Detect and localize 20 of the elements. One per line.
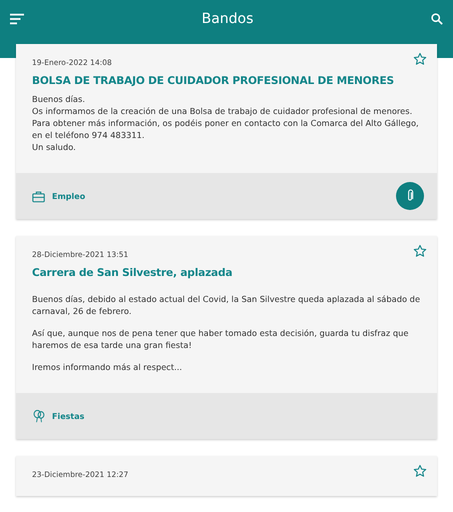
notice-card[interactable]: [16, 236, 437, 439]
paperclip-icon: [406, 189, 414, 203]
star-icon[interactable]: [413, 244, 427, 258]
notice-title: BOLSA DE TRABAJO DE CUIDADOR PROFESIONAL DE MENORES: [32, 75, 395, 87]
balloons-icon: [32, 410, 46, 422]
notice-text: Así que, aunque nos de pena tener que haber tomado esta decisión, guarda tu disfraz que haremos de esa tarde una gran fiesta!: [32, 327, 410, 351]
notice-card[interactable]: [16, 44, 437, 219]
notice-title: Carrera de San Silvestre, aplazada: [32, 267, 234, 279]
star-icon[interactable]: [413, 464, 427, 478]
star-icon[interactable]: [413, 52, 427, 66]
notice-text: Iremos informando más al respect...: [32, 361, 184, 373]
notice-text: Buenos días. Os informamos de la creación de una Bolsa de trabajo de cuidador profesional de menores. Para obtener más información, os podéis poner en contacto con la Comarca del Alto Gállego, en el teléfono 974 483311. Un saludo.: [32, 93, 420, 153]
briefcase-icon: [32, 190, 46, 202]
category-label: Empleo: [52, 192, 86, 200]
app-title: Bandos: [202, 11, 254, 27]
notice-text: Buenos días, debido al estado actual del Covid, la San Silvestre queda aplazada al sábado de carnaval, 26 de febrero.: [32, 293, 421, 317]
attachment-button[interactable]: [396, 182, 424, 210]
category-label: Fiestas: [52, 412, 84, 420]
search-icon[interactable]: [431, 13, 443, 25]
menu-icon[interactable]: [10, 13, 24, 25]
